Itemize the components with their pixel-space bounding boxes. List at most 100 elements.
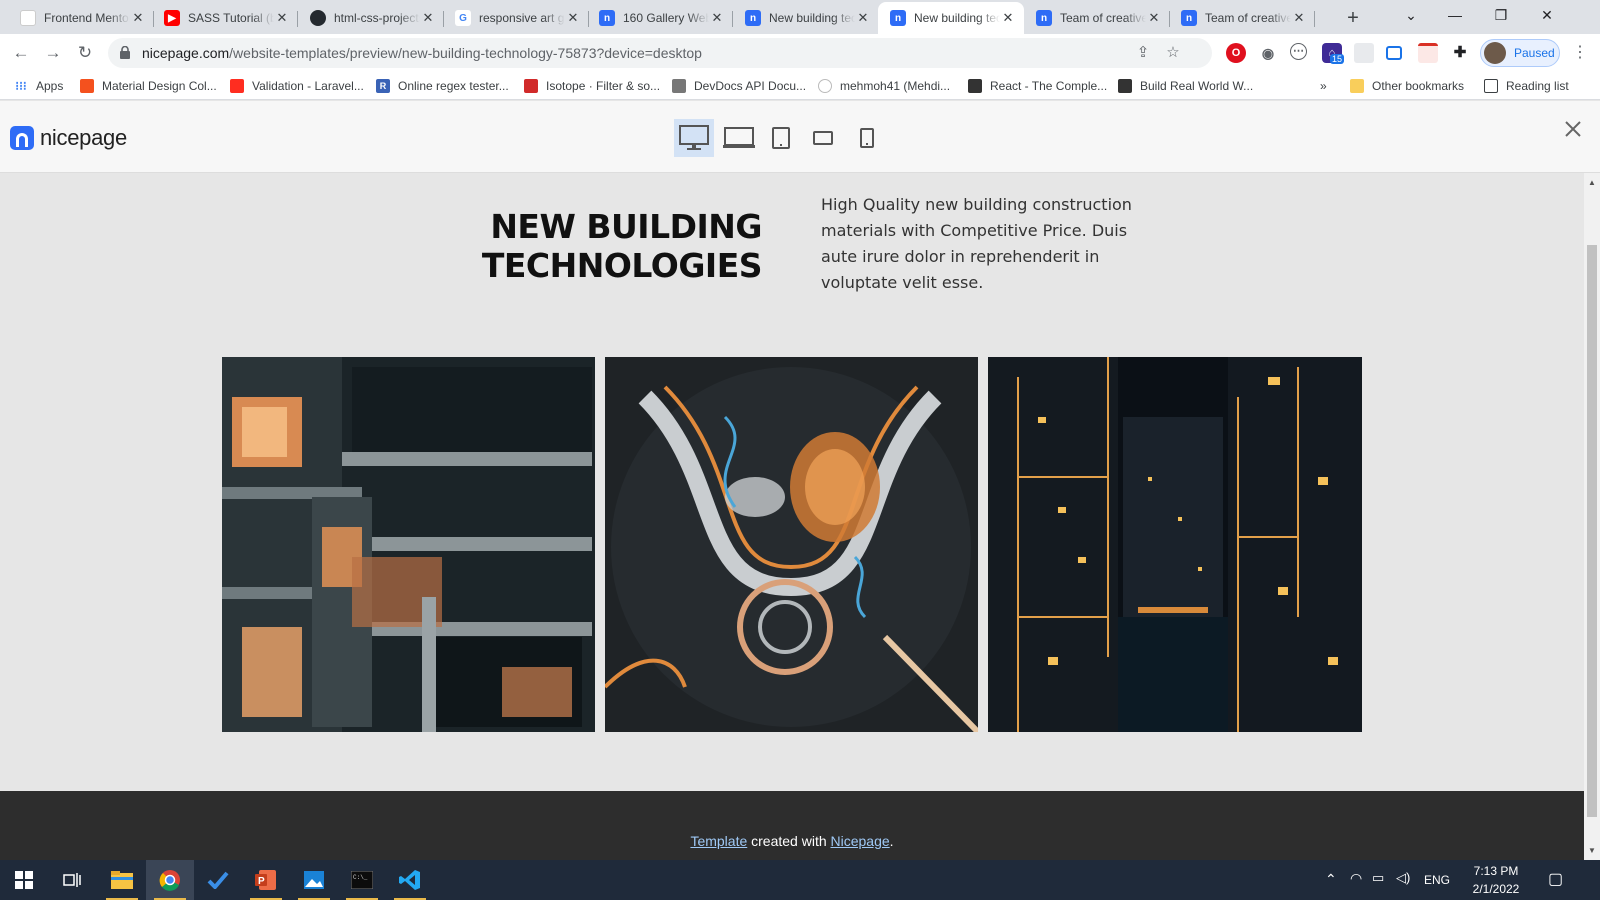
clock-date[interactable]: 2/1/2022	[1466, 882, 1526, 896]
bookmark-label: Isotope · Filter & so...	[546, 79, 661, 93]
browser-tab[interactable]: n New building technology✕	[878, 2, 1024, 34]
nicepage-icon: n	[1036, 10, 1052, 26]
browser-tab[interactable]: Frontend Mentor ✕	[8, 2, 154, 34]
device-tablet-landscape-button[interactable]	[810, 119, 836, 157]
browser-tab[interactable]: n Team of creative ✕	[1169, 2, 1315, 34]
windows-start-icon[interactable]	[0, 860, 48, 900]
scroll-up-icon[interactable]: ▲	[1584, 176, 1600, 190]
close-tab-icon[interactable]: ✕	[130, 10, 146, 26]
back-icon[interactable]: ←	[8, 40, 34, 66]
bookmark-item[interactable]: Build Real World W...	[1118, 77, 1253, 95]
chrome-icon[interactable]	[146, 860, 194, 900]
opera-icon[interactable]: O	[1226, 43, 1246, 63]
nicepage-icon: n	[745, 10, 761, 26]
battery-icon[interactable]: ▭	[1372, 870, 1384, 886]
photos-icon[interactable]	[290, 860, 338, 900]
vscode-icon[interactable]	[386, 860, 434, 900]
device-phone-button[interactable]	[856, 119, 878, 157]
nicepage-link[interactable]: Nicepage	[831, 833, 890, 849]
minimize-button[interactable]: —	[1432, 0, 1478, 32]
extension-cast-icon[interactable]	[1386, 46, 1402, 60]
scroll-down-icon[interactable]: ▼	[1584, 844, 1600, 858]
extension-calendar-icon[interactable]	[1418, 43, 1438, 63]
bookmark-label: Validation - Laravel...	[252, 79, 364, 93]
url-text: nicepage.com/website-templates/preview/n…	[142, 45, 702, 61]
bookmark-item[interactable]: Isotope · Filter & so...	[524, 77, 660, 95]
tray-overflow-icon[interactable]: ⌃	[1325, 871, 1337, 888]
browser-tab[interactable]: html-css-projects ✕	[298, 2, 444, 34]
reading-list[interactable]: Reading list	[1484, 77, 1569, 95]
bookmark-item[interactable]: React - The Comple...	[968, 77, 1107, 95]
browser-tab[interactable]: Gresponsive art gallery✕	[443, 2, 589, 34]
bookmark-item[interactable]: Validation - Laravel...	[230, 77, 364, 95]
close-tab-icon[interactable]: ✕	[855, 10, 871, 26]
browser-tab[interactable]: ▶ SASS Tutorial (beginner)✕	[152, 2, 298, 34]
tab-title: 160 Gallery Website	[623, 11, 709, 25]
template-link[interactable]: Template	[690, 833, 747, 849]
extension-grid-icon[interactable]	[1354, 43, 1374, 63]
folder-icon	[1350, 79, 1364, 93]
bookmarks-overflow-icon[interactable]: »	[1320, 77, 1327, 95]
bookmark-item[interactable]: Material Design Col...	[80, 77, 217, 95]
nicepage-icon: n	[890, 10, 906, 26]
intro-text: High Quality new building construction m…	[821, 195, 1132, 292]
bookmark-item[interactable]: ⁝⁝⁝ Apps	[14, 77, 63, 95]
google-icon: G	[455, 10, 471, 26]
close-tab-icon[interactable]: ✕	[1291, 10, 1307, 26]
device-tablet-button[interactable]	[768, 119, 794, 157]
close-tab-icon[interactable]: ✕	[274, 10, 290, 26]
browser-tab[interactable]: n 160 Gallery Website✕	[587, 2, 733, 34]
close-window-button[interactable]: ✕	[1524, 0, 1570, 32]
profile-button[interactable]: Paused	[1480, 39, 1560, 67]
close-preview-icon[interactable]	[1564, 120, 1582, 138]
clock-time[interactable]: 7:13 PM	[1470, 864, 1522, 878]
udemy-icon	[968, 79, 982, 93]
tab-search-icon[interactable]: ⌄	[1388, 0, 1434, 32]
close-tab-icon[interactable]: ✕	[1000, 10, 1016, 26]
task-view-icon[interactable]	[48, 860, 96, 900]
language-indicator[interactable]: ENG	[1424, 873, 1450, 887]
volume-icon[interactable]: ◁)	[1396, 870, 1410, 886]
notifications-icon[interactable]: ▢	[1548, 869, 1563, 889]
nicepage-logo-text: nicepage	[40, 125, 127, 150]
close-tab-icon[interactable]: ✕	[565, 10, 581, 26]
new-tab-button[interactable]: +	[1340, 5, 1366, 31]
powerpoint-icon[interactable]: P	[242, 860, 290, 900]
other-bookmarks[interactable]: Other bookmarks	[1350, 77, 1464, 95]
reload-icon[interactable]: ↻	[72, 40, 98, 66]
page-content: NEW BUILDING TECHNOLOGIES High Quality n…	[0, 173, 1584, 791]
network-icon[interactable]: ◠	[1350, 870, 1362, 887]
bookmark-item[interactable]: R Online regex tester...	[376, 77, 509, 95]
footer-credit-text: created with	[747, 833, 831, 849]
page-title-line-1: NEW BUILDING	[490, 207, 762, 246]
address-bar[interactable]: nicepage.com/website-templates/preview/n…	[108, 38, 1212, 68]
close-tab-icon[interactable]: ✕	[420, 10, 436, 26]
phone-icon	[860, 128, 874, 148]
material-icon	[80, 79, 94, 93]
bookmark-star-icon[interactable]: ☆	[1164, 44, 1182, 62]
bookmark-item[interactable]: DevDocs API Docu...	[672, 77, 806, 95]
forward-icon[interactable]: →	[40, 40, 66, 66]
camera-icon[interactable]: ◉	[1258, 43, 1278, 63]
device-laptop-button[interactable]	[720, 119, 758, 157]
terminal-icon[interactable]: C:\_	[338, 860, 386, 900]
browser-tab[interactable]: n Team of creative ✕	[1024, 2, 1170, 34]
close-tab-icon[interactable]: ✕	[1146, 10, 1162, 26]
bookmark-item[interactable]: mehmoh41 (Mehdi...	[818, 77, 950, 95]
desktop-icon	[679, 125, 709, 150]
device-desktop-button[interactable]	[674, 119, 714, 157]
tab-title: New building technology	[769, 11, 855, 25]
chrome-menu-icon[interactable]: ⋮	[1572, 44, 1588, 62]
scrollbar-thumb[interactable]	[1587, 245, 1597, 817]
nicepage-logo[interactable]: nicepage	[10, 125, 127, 151]
puzzle-extensions-icon[interactable]: ✚	[1450, 43, 1470, 63]
browser-tab[interactable]: n New building technology✕	[733, 2, 879, 34]
restore-button[interactable]: ❐	[1478, 0, 1524, 32]
file-explorer-icon[interactable]	[98, 860, 146, 900]
bookmark-label: DevDocs API Docu...	[694, 79, 807, 93]
extension-icon[interactable]: ⋯	[1290, 43, 1307, 60]
extension-count-badge: 15	[1330, 54, 1345, 64]
todo-icon[interactable]	[194, 860, 242, 900]
share-icon[interactable]: ⇪	[1134, 44, 1152, 62]
close-tab-icon[interactable]: ✕	[709, 10, 725, 26]
